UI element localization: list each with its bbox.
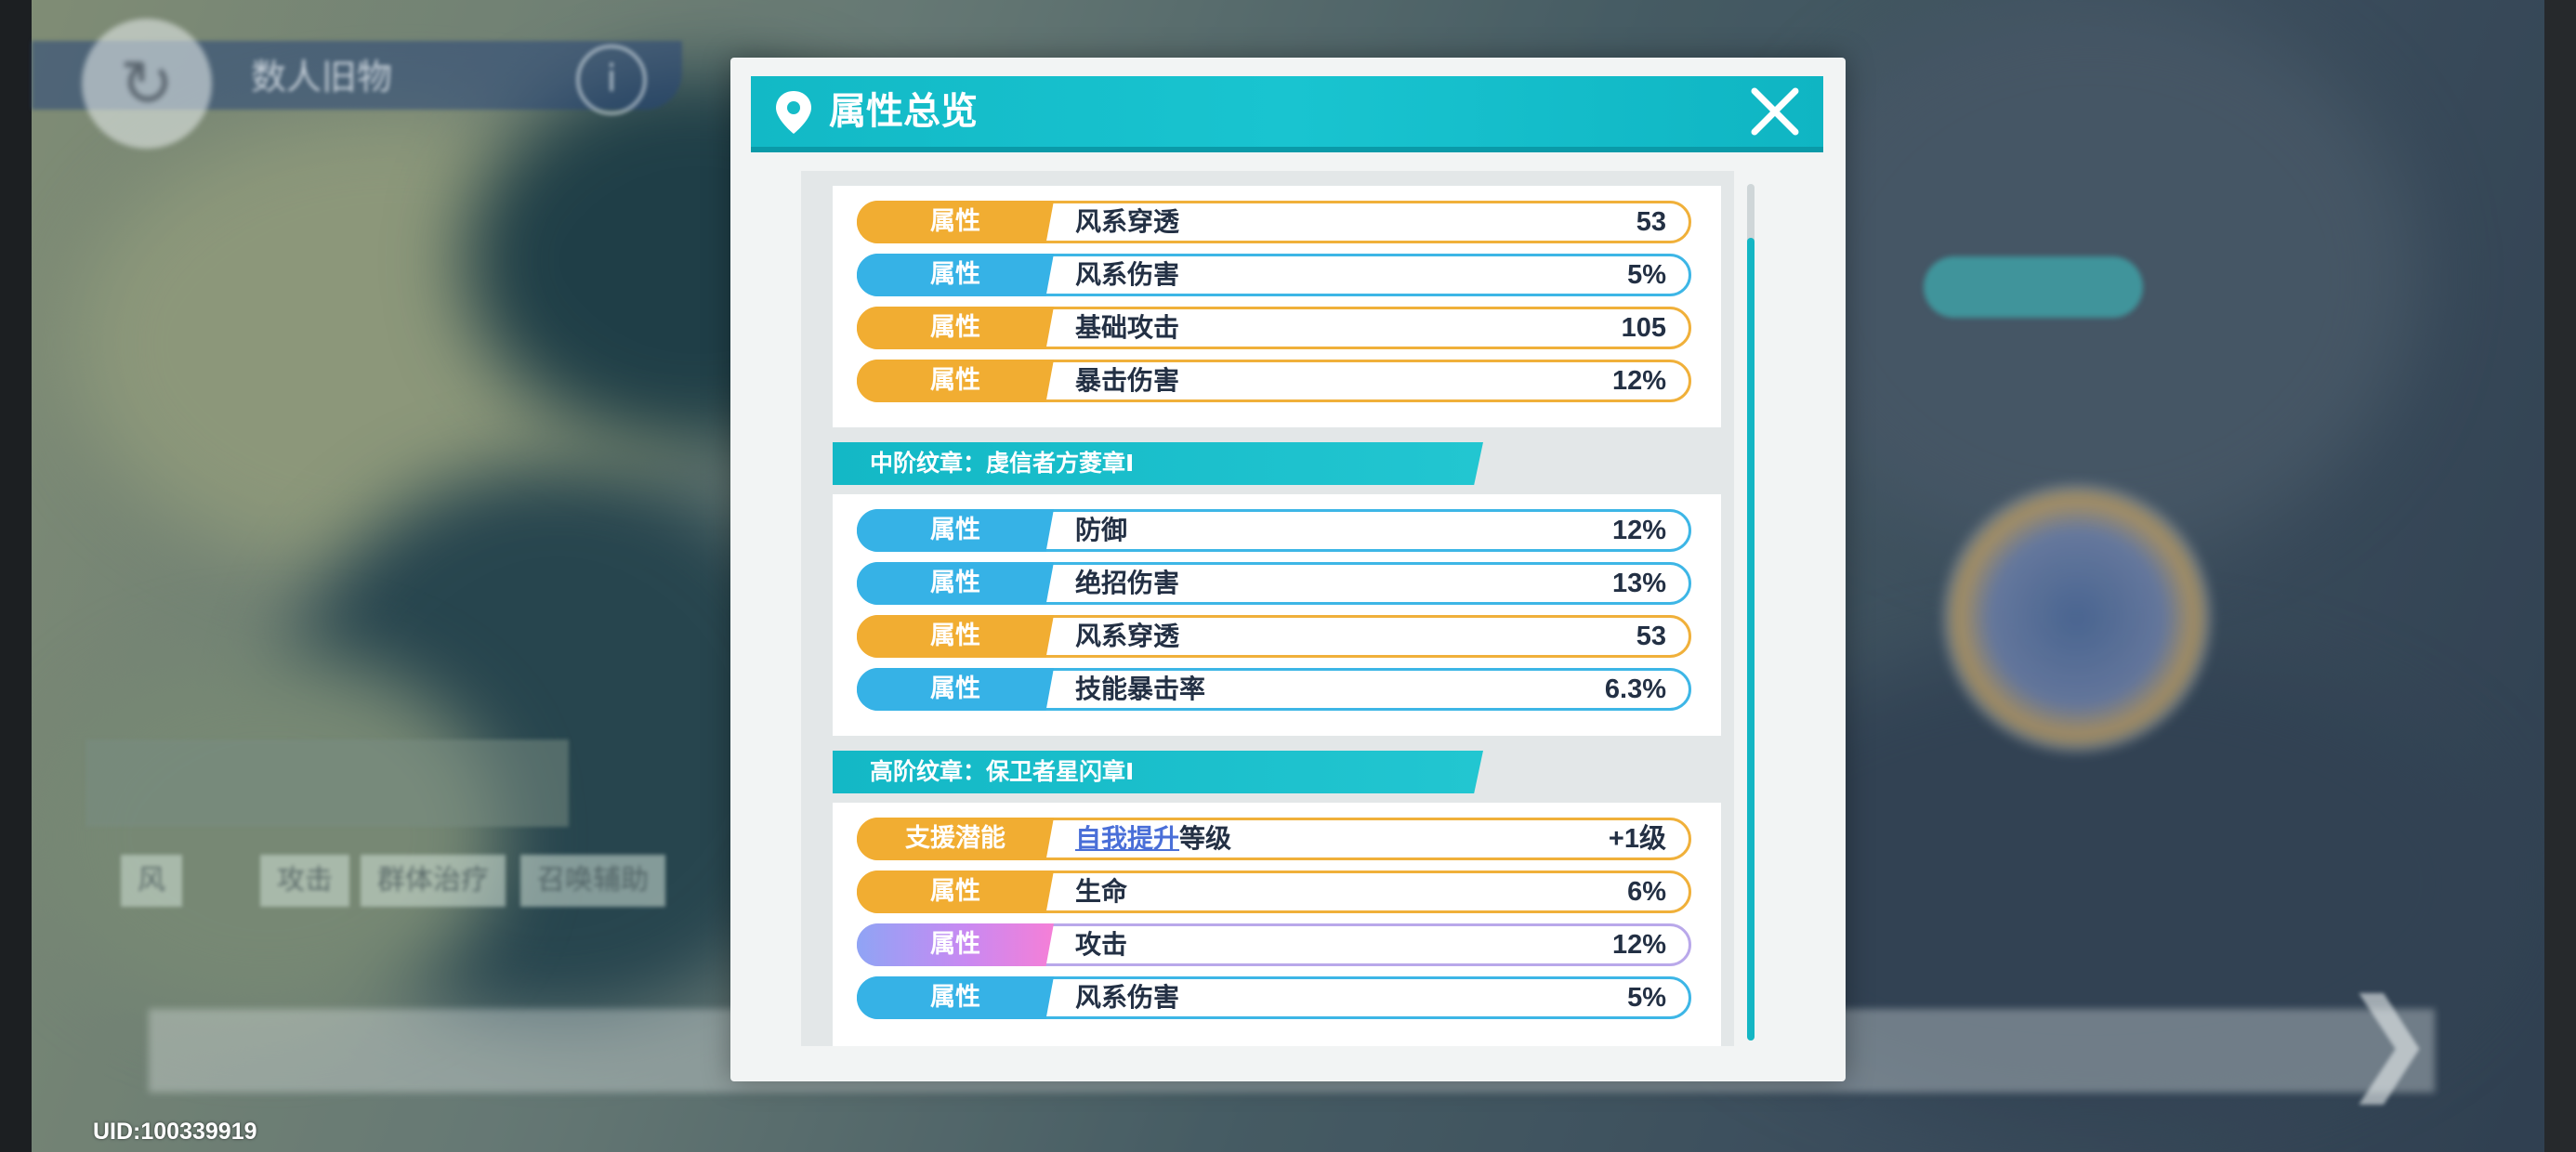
- attribute-tag: 属性: [857, 201, 1054, 243]
- attribute-name: 风系伤害: [1075, 259, 1180, 290]
- next-arrow-icon: ❯: [2342, 975, 2436, 1105]
- attribute-value: 12%: [1611, 930, 1666, 960]
- dialog-header: 属性总览: [751, 76, 1823, 152]
- attribute-name: 基础攻击: [1075, 312, 1180, 343]
- attribute-row: 属性 攻击 12%: [857, 923, 1691, 966]
- attribute-row: 属性 防御 12%: [857, 509, 1691, 552]
- close-icon[interactable]: [1745, 82, 1805, 141]
- attribute-name: 暴击伤害: [1075, 365, 1180, 396]
- attribute-value: 12%: [1611, 366, 1666, 396]
- attribute-name: 技能暴击率: [1075, 674, 1206, 704]
- attribute-value: 53: [1636, 622, 1666, 651]
- attribute-tag: 属性: [857, 254, 1054, 296]
- attribute-block: 属性 防御 12% 属性 绝招伤害 13% 属性 风系穿透 53 属性 技能暴击…: [833, 494, 1721, 736]
- attribute-tag: 属性: [857, 976, 1054, 1019]
- attribute-tag: 属性: [857, 562, 1054, 605]
- section-title: 高阶纹章：保卫者星闪章Ⅰ: [833, 751, 1483, 793]
- bg-character-name-box: [85, 740, 569, 827]
- attribute-value: 5%: [1627, 260, 1666, 290]
- skill-link[interactable]: 自我提升: [1075, 823, 1179, 854]
- attribute-row: 属性 风系穿透 53: [857, 201, 1691, 243]
- attribute-value: 6%: [1627, 877, 1666, 907]
- attribute-row: 属性 基础攻击 105: [857, 307, 1691, 349]
- attribute-value: 53: [1636, 207, 1666, 237]
- bg-location-label: 数人旧物: [251, 57, 393, 98]
- attribute-list[interactable]: 属性 风系穿透 53 属性 风系伤害 5% 属性 基础攻击 105 属性 暴击伤…: [801, 171, 1734, 1046]
- attribute-row: 属性 绝招伤害 13%: [857, 562, 1691, 605]
- attribute-block: 支援潜能 自我提升等级 +1级 属性 生命 6% 属性 攻击 12% 属性 风系…: [833, 803, 1721, 1046]
- attribute-tag: 属性: [857, 307, 1054, 349]
- attribute-row: 属性 风系伤害 5%: [857, 976, 1691, 1019]
- attribute-tag: 属性: [857, 360, 1054, 402]
- attribute-row: 属性 生命 6%: [857, 871, 1691, 913]
- scrollbar-thumb[interactable]: [1747, 238, 1755, 1041]
- bg-tag: 召唤辅助: [520, 855, 665, 907]
- attribute-value: +1级: [1608, 824, 1666, 854]
- back-button[interactable]: ↻: [82, 19, 212, 149]
- bg-tag: 攻击: [260, 855, 349, 907]
- back-arrow-icon: ↻: [119, 46, 175, 122]
- attribute-row: 属性 暴击伤害 12%: [857, 360, 1691, 402]
- map-pin-icon: [776, 91, 811, 134]
- bg-tag: 群体治疗: [361, 855, 506, 907]
- attribute-tag: 属性: [857, 615, 1054, 658]
- attribute-name: 风系穿透: [1075, 621, 1180, 651]
- attribute-tag: 属性: [857, 923, 1054, 966]
- attribute-name: 绝招伤害: [1075, 568, 1180, 598]
- attribute-value: 6.3%: [1604, 674, 1666, 704]
- attribute-value: 5%: [1627, 983, 1666, 1013]
- attribute-name: 攻击: [1075, 929, 1128, 960]
- bg-teal-button: [1924, 256, 2143, 318]
- bg-emblem-icon: [1942, 483, 2212, 753]
- attribute-tag: 属性: [857, 668, 1054, 711]
- attribute-block: 属性 风系穿透 53 属性 风系伤害 5% 属性 基础攻击 105 属性 暴击伤…: [833, 186, 1721, 427]
- attribute-value: 105: [1621, 313, 1666, 343]
- attribute-overview-dialog: 属性总览 属性 风系穿透 53 属性 风系伤害 5% 属性 基础攻击 105 属…: [730, 58, 1846, 1081]
- bg-tag: 风: [121, 855, 182, 907]
- section-title: 中阶纹章：虔信者方菱章Ⅰ: [833, 442, 1483, 485]
- attribute-name: 生命: [1075, 876, 1128, 907]
- attribute-row: 属性 风系穿透 53: [857, 615, 1691, 658]
- attribute-row: 属性 技能暴击率 6.3%: [857, 668, 1691, 711]
- attribute-tag: 属性: [857, 509, 1054, 552]
- attribute-row: 属性 风系伤害 5%: [857, 254, 1691, 296]
- attribute-name: 风系伤害: [1075, 982, 1180, 1013]
- attribute-name-suffix: 等级: [1179, 823, 1232, 854]
- uid-label: UID:100339919: [93, 1119, 257, 1145]
- attribute-tag: 支援潜能: [857, 818, 1054, 860]
- attribute-tag: 属性: [857, 871, 1054, 913]
- attribute-name: 自我提升等级: [1075, 820, 1231, 857]
- attribute-row: 支援潜能 自我提升等级 +1级: [857, 818, 1691, 860]
- info-icon[interactable]: i: [576, 45, 647, 115]
- attribute-value: 12%: [1611, 516, 1666, 545]
- screen-edge-left: [0, 0, 32, 1152]
- dialog-title: 属性总览: [829, 90, 978, 133]
- attribute-value: 13%: [1611, 569, 1666, 598]
- screen-edge-right: [2544, 0, 2576, 1152]
- attribute-name: 风系穿透: [1075, 206, 1180, 237]
- attribute-name: 防御: [1075, 515, 1128, 545]
